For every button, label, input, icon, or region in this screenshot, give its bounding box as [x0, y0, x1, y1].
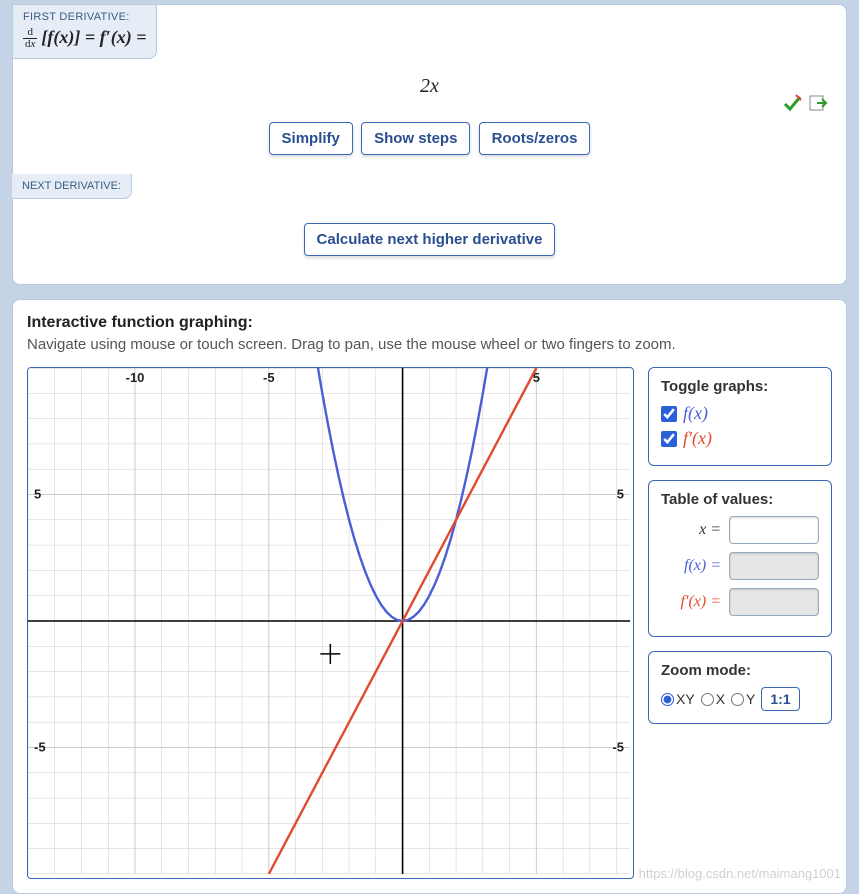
simplify-button[interactable]: Simplify — [269, 122, 353, 155]
zoom-mode-box: Zoom mode: XY X Y 1:1 — [648, 651, 832, 724]
next-derivative-tab-label: NEXT DERIVATIVE: — [22, 180, 121, 192]
graph-title: Interactive function graphing: — [27, 314, 832, 332]
table-of-values-box: Table of values: x = f(x) = f′(x) = — [648, 480, 832, 637]
x-input[interactable] — [729, 516, 819, 544]
zoom-xy-option[interactable]: XY — [661, 691, 695, 707]
next-derivative-tab: NEXT DERIVATIVE: — [12, 174, 132, 199]
first-derivative-result: 2x — [23, 75, 836, 98]
graph-panel: Interactive function graphing: Navigate … — [12, 299, 847, 894]
roots-zeros-button[interactable]: Roots/zeros — [479, 122, 591, 155]
export-icon[interactable] — [808, 93, 828, 113]
zoom-title: Zoom mode: — [661, 662, 819, 679]
fpx-output — [729, 588, 819, 616]
svg-text:-5: -5 — [34, 740, 46, 755]
toggle-fpx-checkbox[interactable] — [661, 431, 677, 447]
x-label: x = — [661, 521, 721, 539]
zoom-y-option[interactable]: Y — [731, 691, 755, 707]
zoom-y-radio[interactable] — [731, 693, 744, 706]
svg-text:5: 5 — [34, 487, 41, 502]
graph-subtitle: Navigate using mouse or touch screen. Dr… — [27, 336, 832, 353]
toggle-graphs-box: Toggle graphs: f(x) f′(x) — [648, 367, 832, 466]
fpx-label: f′(x) = — [661, 593, 721, 611]
table-title: Table of values: — [661, 491, 819, 508]
first-derivative-panel: FIRST DERIVATIVE: ddx[f(x)] = f′(x) = 2x… — [12, 4, 847, 285]
zoom-x-option[interactable]: X — [701, 691, 725, 707]
zoom-xy-radio[interactable] — [661, 693, 674, 706]
plot-area[interactable]: -10-55-5-555 — [27, 367, 634, 879]
zoom-reset-button[interactable]: 1:1 — [761, 687, 799, 711]
toggle-fpx-label: f′(x) — [683, 428, 712, 449]
svg-text:-10: -10 — [126, 370, 145, 385]
svg-text:-5: -5 — [263, 370, 275, 385]
svg-text:-5: -5 — [612, 740, 624, 755]
fx-output — [729, 552, 819, 580]
toggle-fx-label: f(x) — [683, 403, 708, 424]
calc-next-derivative-button[interactable]: Calculate next higher derivative — [304, 223, 556, 256]
show-steps-button[interactable]: Show steps — [361, 122, 470, 155]
svg-text:5: 5 — [617, 487, 624, 502]
check-icon[interactable] — [782, 93, 802, 113]
toggle-title: Toggle graphs: — [661, 378, 819, 395]
zoom-x-radio[interactable] — [701, 693, 714, 706]
fx-label: f(x) = — [661, 557, 721, 575]
toggle-fx-checkbox[interactable] — [661, 406, 677, 422]
